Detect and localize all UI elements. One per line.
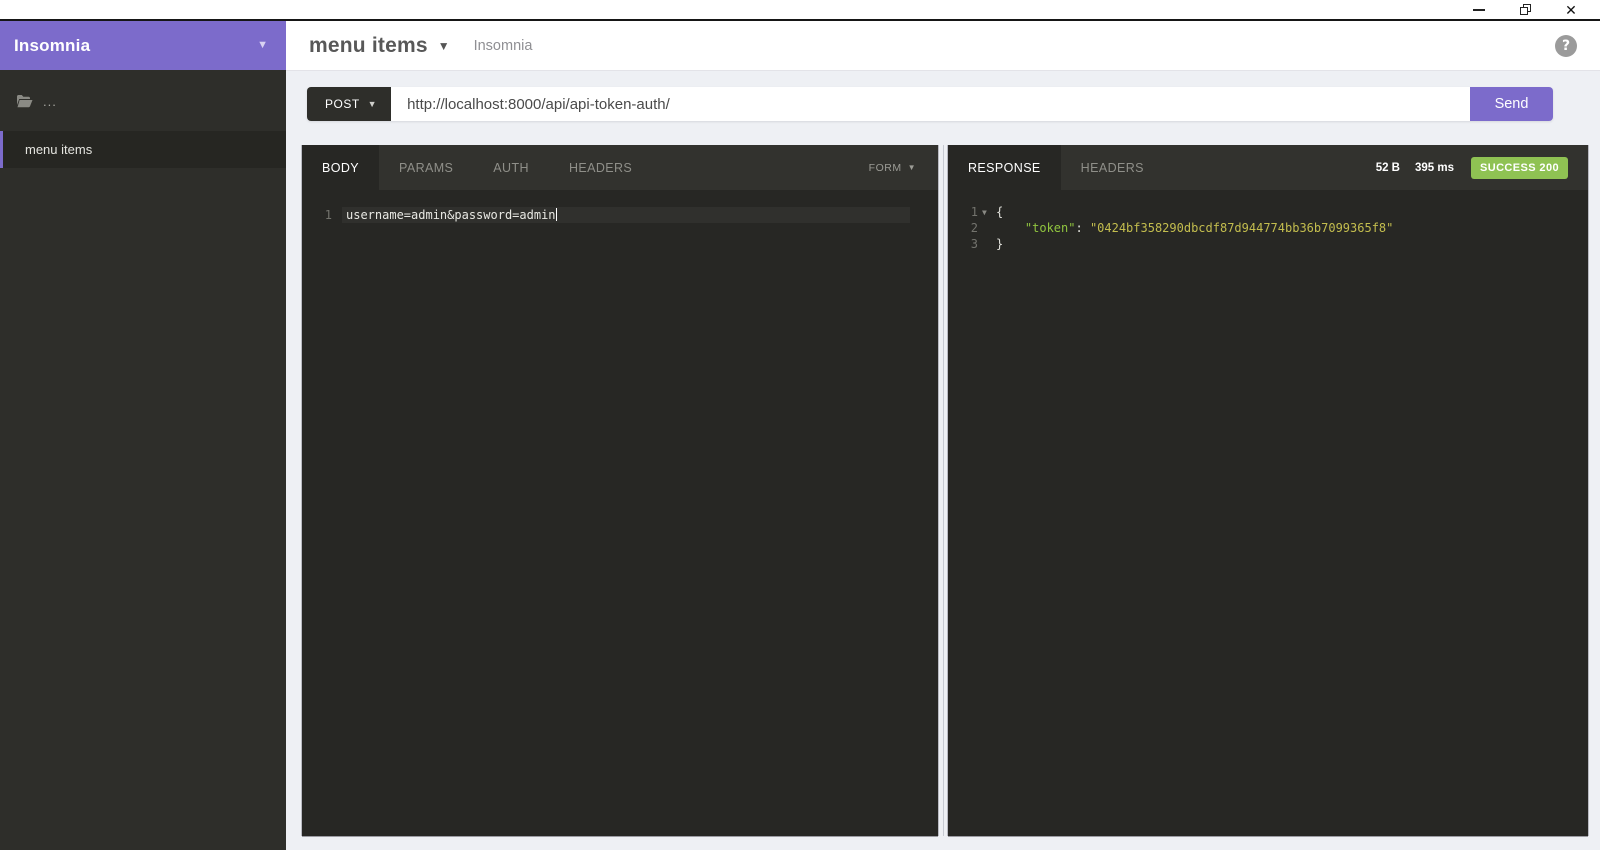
request-tabbar: BODY PARAMS AUTH HEADERS FORM ▼	[302, 145, 938, 190]
response-tabbar-right: 52 B 395 ms SUCCESS 200	[1376, 145, 1588, 190]
tab-body[interactable]: BODY	[302, 145, 379, 190]
main-header: menu items ▼ Insomnia ?	[286, 21, 1600, 71]
response-panel: RESPONSE HEADERS 52 B 395 ms SUCCESS 200…	[948, 145, 1588, 836]
app-window: ✕ Insomnia ▼ ... menu items men	[0, 0, 1600, 850]
restore-icon	[1520, 4, 1531, 15]
line-number: 2	[948, 220, 978, 236]
sidebar: Insomnia ▼ ... menu items	[0, 21, 286, 850]
panel-divider-line	[943, 145, 944, 836]
response-size: 52 B	[1376, 162, 1400, 174]
chevron-down-icon: ▼	[438, 40, 450, 52]
url-input[interactable]	[391, 87, 1470, 121]
status-badge: SUCCESS 200	[1471, 157, 1568, 179]
folder-label: ...	[43, 94, 57, 109]
response-code-area: { "token": "0424bf358290dbcdf87d944774bb…	[978, 204, 1588, 836]
close-button[interactable]: ✕	[1548, 0, 1594, 19]
response-gutter: 1▼ 2 3	[948, 204, 978, 836]
help-button[interactable]: ?	[1555, 35, 1577, 57]
method-dropdown[interactable]: POST ▼	[307, 87, 391, 121]
os-titlebar: ✕	[0, 0, 1600, 21]
tab-headers[interactable]: HEADERS	[549, 145, 652, 190]
sidebar-folder-row[interactable]: ...	[0, 80, 286, 122]
request-title-dropdown[interactable]: menu items ▼	[309, 34, 450, 58]
editor-code-area: username=admin&password=admin	[342, 207, 938, 836]
request-response-panels: BODY PARAMS AUTH HEADERS FORM ▼	[302, 145, 1588, 836]
tab-response[interactable]: RESPONSE	[948, 145, 1061, 190]
request-title: menu items	[309, 34, 428, 58]
restore-button[interactable]	[1502, 0, 1548, 19]
text-cursor	[556, 208, 557, 221]
body-type-label: FORM	[869, 162, 902, 174]
chevron-down-icon: ▼	[257, 40, 268, 51]
minimize-icon	[1473, 9, 1485, 11]
line-number: 1	[302, 207, 342, 223]
body-content: username=admin&password=admin	[346, 208, 556, 222]
method-label: POST	[325, 97, 360, 111]
editor-line[interactable]: username=admin&password=admin	[342, 207, 910, 223]
sidebar-item-menu-items[interactable]: menu items	[0, 131, 286, 168]
minimize-button[interactable]	[1456, 0, 1502, 19]
tab-params[interactable]: PARAMS	[379, 145, 473, 190]
workspace-title: Insomnia	[14, 36, 257, 56]
request-body-editor[interactable]: 1 username=admin&password=admin	[302, 190, 938, 836]
request-panel: BODY PARAMS AUTH HEADERS FORM ▼	[302, 145, 938, 836]
main-area: menu items ▼ Insomnia ? POST ▼ Send	[286, 21, 1600, 850]
response-body-viewer[interactable]: 1▼ 2 3 { "token": "0424bf358290dbcdf87d9…	[948, 190, 1588, 836]
editor-gutter: 1	[302, 207, 342, 836]
panel-resize-handle[interactable]	[938, 145, 948, 836]
response-line: }	[996, 236, 1588, 252]
help-icon: ?	[1562, 38, 1570, 54]
line-number: 3	[948, 236, 978, 252]
response-tabbar: RESPONSE HEADERS 52 B 395 ms SUCCESS 200	[948, 145, 1588, 190]
body-type-dropdown[interactable]: FORM ▼	[867, 156, 918, 180]
fold-caret-icon[interactable]: ▼	[982, 205, 987, 221]
workspace-breadcrumb: Insomnia	[474, 38, 533, 54]
tab-response-headers[interactable]: HEADERS	[1061, 145, 1164, 190]
workspace-dropdown[interactable]: Insomnia ▼	[0, 21, 286, 70]
chevron-down-icon: ▼	[908, 164, 916, 172]
chevron-down-icon: ▼	[368, 100, 377, 109]
open-folder-icon	[16, 94, 33, 108]
request-url-bar: POST ▼ Send	[307, 87, 1553, 121]
line-number: 1▼	[948, 204, 978, 220]
close-icon: ✕	[1565, 3, 1577, 17]
send-button[interactable]: Send	[1470, 87, 1553, 121]
response-line: "token": "0424bf358290dbcdf87d944774bb36…	[996, 220, 1588, 236]
response-time: 395 ms	[1415, 162, 1454, 174]
tab-auth[interactable]: AUTH	[473, 145, 549, 190]
response-line: {	[996, 204, 1588, 220]
request-tabbar-right: FORM ▼	[867, 145, 938, 190]
sidebar-item-label: menu items	[25, 142, 92, 157]
